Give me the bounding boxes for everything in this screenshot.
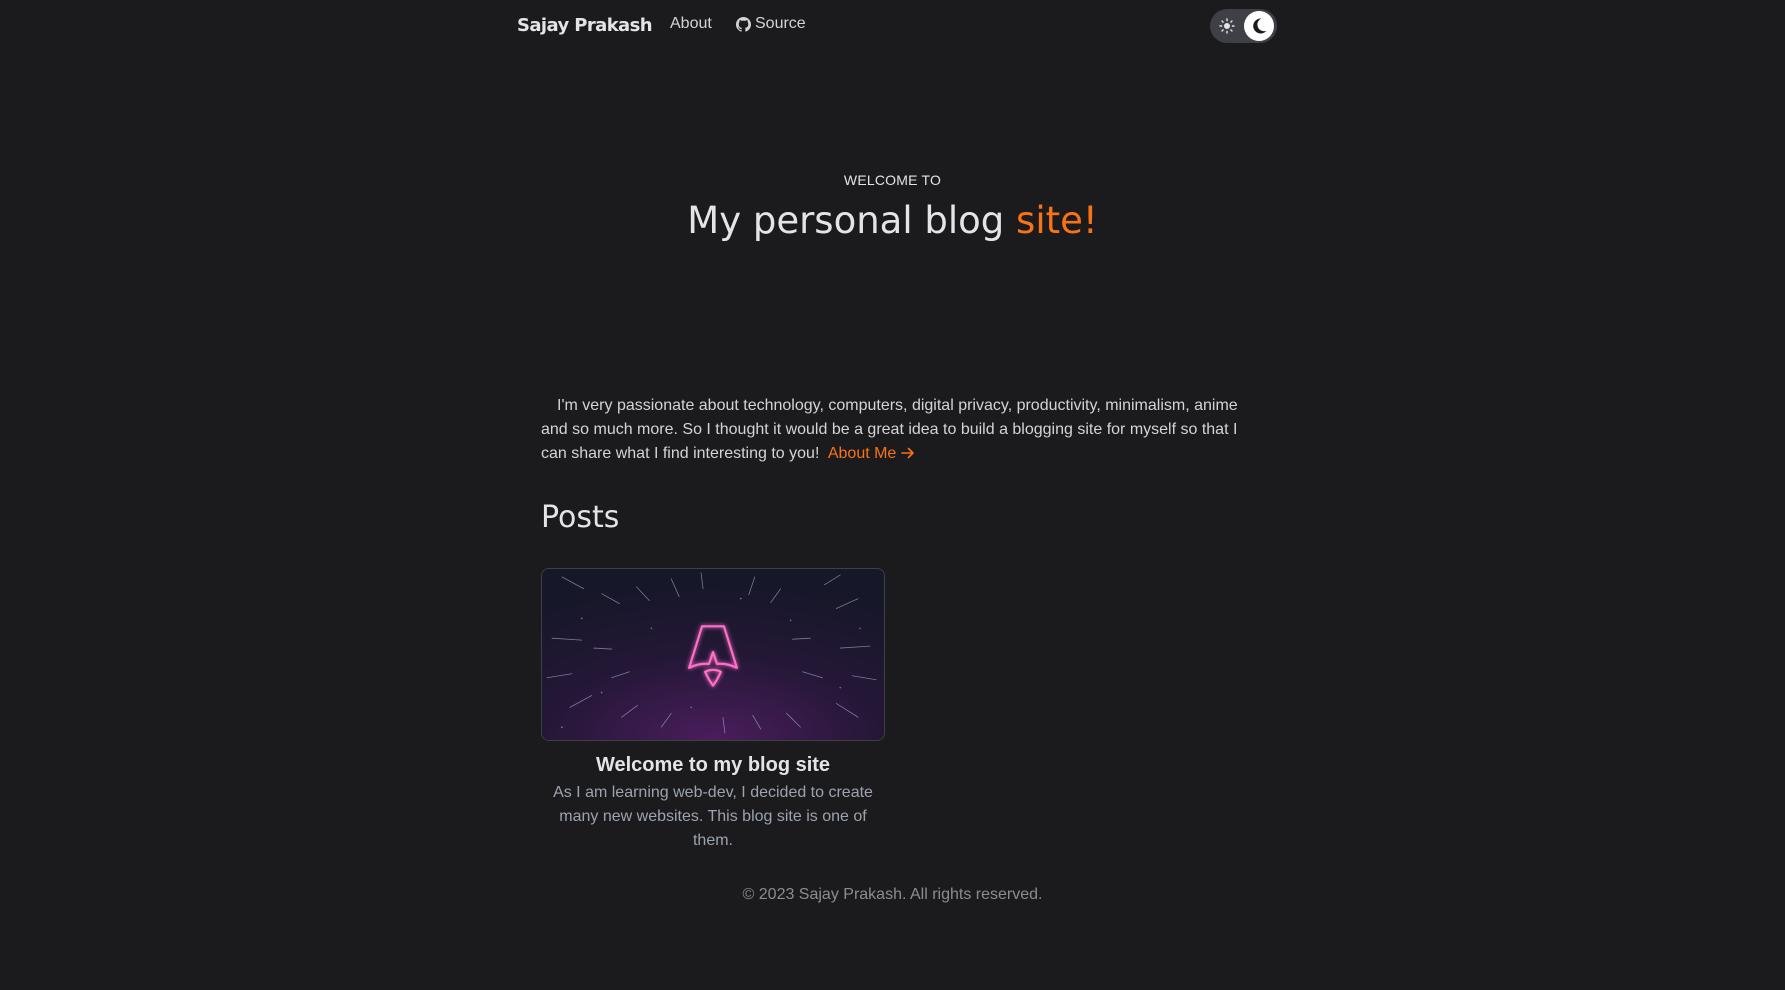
theme-toggle[interactable] xyxy=(1210,9,1277,43)
nav-link-source[interactable]: Source xyxy=(736,15,806,33)
post-description: As I am learning web-dev, I decided to c… xyxy=(553,784,873,849)
toggle-knob xyxy=(1244,11,1274,41)
hero-title: My personal blog site! xyxy=(0,199,1785,242)
hero-section: WELCOME TO My personal blog site! xyxy=(0,172,1785,242)
moon-icon xyxy=(1253,18,1267,34)
brand-link[interactable]: Sajay Prakash xyxy=(517,15,653,36)
github-icon xyxy=(736,16,751,32)
hero-title-accent: site! xyxy=(1016,199,1098,242)
top-navbar: Sajay Prakash About Source xyxy=(517,0,1277,52)
posts-heading: Posts xyxy=(541,500,620,535)
nav-about-label: About xyxy=(670,15,712,32)
nav-source-label: Source xyxy=(755,15,806,32)
nav-link-about[interactable]: About xyxy=(670,15,712,33)
arrow-right-icon xyxy=(900,447,914,459)
footer: © 2023 Sajay Prakash. All rights reserve… xyxy=(0,886,1785,904)
astro-rocket-neon-image xyxy=(541,568,885,741)
post-card[interactable]: Welcome to my blog site As I am learning… xyxy=(541,568,885,853)
hero-eyebrow: WELCOME TO xyxy=(843,172,942,188)
hero-title-main: My personal blog xyxy=(687,199,1017,242)
footer-copyright: © 2023 Sajay Prakash. All rights reserve… xyxy=(742,886,1043,903)
sun-icon xyxy=(1219,18,1235,34)
about-me-link[interactable]: About Me xyxy=(828,445,915,462)
about-me-label: About Me xyxy=(827,445,897,462)
intro-paragraph: I'm very passionate about technology, co… xyxy=(541,394,1245,466)
post-title: Welcome to my blog site xyxy=(595,754,831,776)
